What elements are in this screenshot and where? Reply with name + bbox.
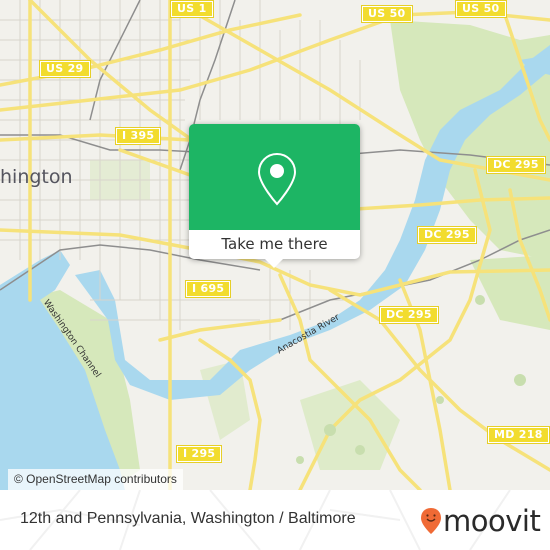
road-shield-i-695: I 695	[184, 280, 232, 298]
city-label-washington: hington	[0, 166, 73, 188]
road-shield-dc-295: DC 295	[379, 306, 439, 324]
moovit-wordmark: moovit	[443, 504, 541, 538]
place-title: 12th and Pennsylvania, Washington / Balt…	[20, 510, 356, 527]
popup-header[interactable]	[189, 124, 360, 230]
road-shield-dc-295: DC 295	[486, 156, 546, 174]
moovit-logo[interactable]: moovit	[420, 504, 541, 538]
take-me-there-popup[interactable]: Take me there	[189, 124, 360, 268]
map-attribution[interactable]: © OpenStreetMap contributors	[8, 469, 183, 490]
take-me-there-button[interactable]: Take me there	[189, 230, 360, 259]
road-shield-us-1: US 1	[170, 0, 214, 18]
road-shield-us-50: US 50	[455, 0, 507, 18]
road-shield-i-295: I 295	[175, 445, 223, 463]
popup-pointer	[264, 258, 284, 268]
road-shield-us-50: US 50	[361, 5, 413, 23]
road-shield-i-395: I 395	[114, 127, 162, 145]
road-shield-us-29: US 29	[39, 60, 91, 78]
location-pin-icon	[257, 152, 297, 206]
road-shield-dc-295: DC 295	[417, 226, 477, 244]
moovit-face-pin-icon	[421, 508, 441, 534]
footer-bar: 12th and Pennsylvania, Washington / Balt…	[0, 490, 550, 550]
road-shield-md-218: MD 218	[487, 426, 550, 444]
